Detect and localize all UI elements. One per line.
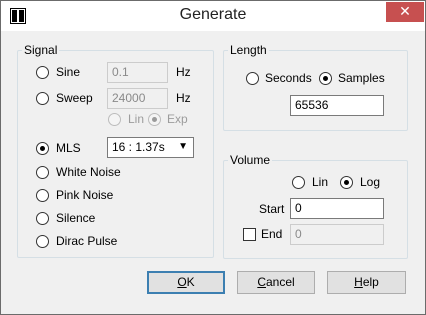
sweep-lin-label: Lin — [128, 112, 145, 126]
samples-label: Samples — [338, 71, 385, 85]
mls-order-select[interactable]: 16 : 1.37s ▼ — [107, 137, 194, 158]
ok-label-rest: K — [186, 275, 195, 289]
white-noise-radio[interactable] — [36, 166, 49, 179]
sweep-radio[interactable] — [36, 92, 49, 105]
sweep-exp-radio[interactable] — [148, 113, 161, 126]
samples-radio[interactable] — [319, 72, 332, 85]
signal-legend: Signal — [24, 43, 58, 57]
volume-log-label: Log — [360, 175, 381, 189]
cancel-label-rest: ancel — [265, 275, 295, 289]
end-checkbox[interactable] — [243, 228, 256, 241]
dirac-pulse-label: Dirac Pulse — [56, 234, 118, 248]
seconds-radio[interactable] — [246, 72, 259, 85]
volume-log-radio[interactable] — [340, 176, 353, 189]
length-legend: Length — [230, 43, 267, 57]
title-bar: Generate ✕ — [1, 1, 425, 31]
start-label: Start — [259, 202, 285, 216]
pink-noise-label: Pink Noise — [56, 188, 114, 202]
dirac-pulse-radio[interactable] — [36, 235, 49, 248]
seconds-label: Seconds — [265, 71, 312, 85]
start-input[interactable]: 0 — [290, 198, 384, 219]
dialog-body: Signal Sine 0.1 Hz Sweep 24000 Hz Lin Ex… — [9, 32, 417, 307]
end-input[interactable]: 0 — [290, 224, 384, 245]
sweep-frequency-input[interactable]: 24000 — [107, 88, 168, 109]
volume-lin-label: Lin — [312, 175, 329, 189]
sine-unit: Hz — [176, 65, 191, 79]
length-group: Length — [223, 43, 408, 131]
ok-button[interactable]: OK — [147, 271, 225, 294]
chevron-down-icon: ▼ — [178, 141, 188, 152]
white-noise-label: White Noise — [56, 165, 121, 179]
end-label: End — [261, 227, 283, 241]
silence-label: Silence — [56, 211, 96, 225]
sine-frequency-input[interactable]: 0.1 — [107, 62, 168, 83]
ok-mnemonic: O — [177, 275, 187, 289]
close-button[interactable]: ✕ — [386, 2, 424, 22]
volume-legend: Volume — [230, 153, 271, 167]
mls-order-value: 16 : 1.37s — [112, 140, 165, 154]
mls-label: MLS — [56, 141, 81, 155]
silence-radio[interactable] — [36, 212, 49, 225]
sweep-label: Sweep — [56, 91, 93, 105]
sweep-exp-label: Exp — [167, 112, 188, 126]
cancel-button[interactable]: Cancel — [237, 271, 315, 294]
help-label-rest: elp — [362, 275, 379, 289]
help-button[interactable]: Help — [327, 271, 406, 294]
help-mnemonic: H — [354, 275, 363, 289]
sine-label: Sine — [56, 65, 81, 79]
cancel-mnemonic: C — [257, 275, 266, 289]
volume-lin-radio[interactable] — [292, 176, 305, 189]
sine-radio[interactable] — [36, 66, 49, 79]
sweep-lin-radio[interactable] — [108, 113, 121, 126]
sweep-unit: Hz — [176, 91, 191, 105]
generate-dialog: Generate ✕ Signal Sine 0.1 Hz Sweep 2400… — [0, 0, 426, 315]
window-title: Generate — [179, 6, 247, 23]
pink-noise-radio[interactable] — [36, 189, 49, 202]
length-input[interactable]: 65536 — [290, 95, 384, 116]
mls-radio[interactable] — [36, 142, 49, 155]
